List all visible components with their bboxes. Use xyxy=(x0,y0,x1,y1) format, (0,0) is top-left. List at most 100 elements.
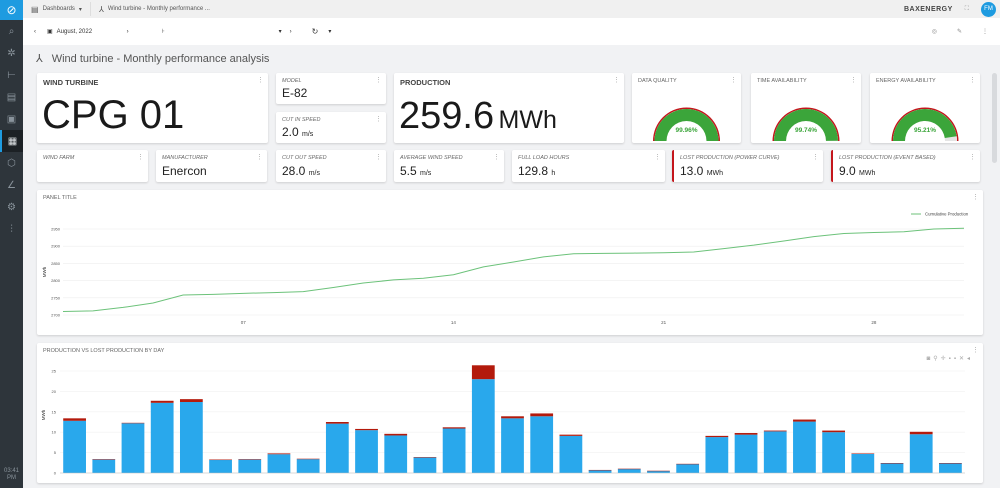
edit-icon[interactable]: ✎ xyxy=(957,28,962,35)
bar-lost-production xyxy=(793,419,816,422)
bar-production xyxy=(179,402,203,473)
card-label: CUT OUT SPEED xyxy=(282,155,327,161)
share-icon[interactable]: ◎ xyxy=(932,28,937,35)
bar-production xyxy=(325,423,349,473)
card-label: MODEL xyxy=(282,78,302,84)
bar-lost-production xyxy=(325,422,349,424)
y-tick-label: 10 xyxy=(52,430,57,435)
clock-ampm: PM xyxy=(7,475,16,481)
bar-lost-production xyxy=(705,435,729,438)
card-value: 129.8 h xyxy=(518,164,555,178)
monitor-icon[interactable]: ▣ xyxy=(0,108,23,130)
bar-production xyxy=(647,470,670,473)
tree-icon[interactable]: ⊢ xyxy=(0,64,23,86)
card-lost-production-event-based: LOST PRODUCTION (EVENT BASED) ⋮ 9.0 MWh xyxy=(831,150,980,182)
more-icon[interactable]: ⋮ xyxy=(613,76,620,84)
next-date-icon[interactable]: › xyxy=(127,29,129,35)
x-tick-label: 14 xyxy=(451,320,457,325)
more-icon[interactable]: ⋮ xyxy=(375,115,382,123)
bar-lost-production xyxy=(501,416,524,419)
more-icon[interactable]: ⋮ xyxy=(969,153,976,161)
gauge-fill xyxy=(774,109,838,141)
bar-production xyxy=(588,470,612,473)
card-value: 9.0 MWh xyxy=(839,164,875,178)
bar-lost-production xyxy=(63,418,86,421)
y-tick-label: 15 xyxy=(52,409,57,414)
bar-production xyxy=(909,434,933,473)
bar-production xyxy=(121,423,145,473)
bar-lost-production xyxy=(763,430,787,432)
more-icon[interactable]: ⋮ xyxy=(257,76,264,84)
bar-production xyxy=(442,428,466,473)
refresh-dropdown-icon[interactable]: ▾ xyxy=(328,28,331,35)
asset-selector[interactable]: ⊦ ▾ xyxy=(147,28,282,35)
calendar-icon[interactable]: ▤ xyxy=(0,86,23,108)
search-icon[interactable]: ⌕ xyxy=(0,20,23,42)
gauge-value: 99.96% xyxy=(675,127,698,134)
date-picker[interactable]: August, 2022 xyxy=(57,29,127,35)
bar-lost-production xyxy=(939,463,962,464)
x-tick-label: 28 xyxy=(871,320,877,325)
bar-lost-production xyxy=(150,400,174,403)
y-tick-label: 2700 xyxy=(51,313,61,318)
bar-production xyxy=(471,379,495,473)
bar-lost-production xyxy=(471,365,495,380)
next-asset-icon[interactable]: › xyxy=(290,29,292,35)
bar-production xyxy=(267,454,291,473)
plugin-icon[interactable]: ⬡ xyxy=(0,152,23,174)
divider xyxy=(89,2,91,16)
more-icon[interactable]: ⋮ xyxy=(256,153,263,161)
card-value: E-82 xyxy=(282,86,308,100)
bar-production xyxy=(822,432,846,473)
value-number: 28.0 xyxy=(282,164,306,178)
more-icon[interactable]: ⋮ xyxy=(812,153,819,161)
dropdown-icon[interactable]: ▾ xyxy=(279,28,282,35)
more-icon[interactable]: ⋮ xyxy=(375,76,382,84)
card-value: 5.5 m/s xyxy=(400,164,431,178)
bar-production xyxy=(355,430,378,473)
value-number: 13.0 xyxy=(680,164,704,178)
y-tick-label: 2850 xyxy=(51,261,61,266)
card-model: MODEL ⋮ E-82 xyxy=(276,73,386,104)
more-icon[interactable]: ⋮ xyxy=(493,153,500,161)
bar-lost-production xyxy=(384,433,408,436)
more-icon[interactable]: ⋮ xyxy=(375,153,382,161)
breadcrumb[interactable]: Wind turbine - Monthly performance ... xyxy=(108,6,210,12)
bar-lost-production xyxy=(413,457,437,458)
cogs-icon[interactable]: ⚙ xyxy=(0,196,23,218)
card-cut-in-speed: CUT IN SPEED ⋮ 2.0 m/s xyxy=(276,112,386,143)
app-logo-icon[interactable]: ⊘ xyxy=(0,0,23,20)
more-icon[interactable]: ⋮ xyxy=(137,153,144,161)
chart-icon[interactable]: ∠ xyxy=(0,174,23,196)
avatar[interactable]: FM xyxy=(981,1,996,17)
bar-production xyxy=(92,459,116,473)
dashboards-icon: ▤ xyxy=(31,4,39,14)
dashboard-icon[interactable]: ▦ xyxy=(0,130,23,152)
card-value: CPG 01 xyxy=(42,93,185,137)
more-icon[interactable]: ⋮ xyxy=(654,153,661,161)
refresh-icon[interactable]: ↻ xyxy=(312,27,319,36)
card-wind-turbine: WIND TURBINE ⋮ CPG 01 xyxy=(37,73,268,143)
card-label: AVERAGE WIND SPEED xyxy=(400,155,463,161)
card-label: PRODUCTION xyxy=(400,78,451,87)
y-tick-label: 25 xyxy=(52,369,57,374)
chevron-down-icon[interactable]: ▾ xyxy=(79,6,82,13)
prev-date-icon[interactable]: ‹ xyxy=(34,29,36,35)
bar-lost-production xyxy=(559,434,583,436)
bar-production xyxy=(939,463,962,473)
toolbar: ‹ ▣ August, 2022 › ⊦ ▾ › ↻ ▾ ◎ ✎ ⋮ xyxy=(23,18,1000,45)
fullscreen-icon[interactable]: ⛶ xyxy=(965,6,969,13)
dashboards-menu[interactable]: Dashboards xyxy=(43,6,75,12)
bar-lost-production xyxy=(238,459,262,460)
bar-lost-production xyxy=(209,459,232,461)
bug-icon[interactable]: ✲ xyxy=(0,42,23,64)
bar-production xyxy=(384,435,408,473)
value-unit: MWh xyxy=(706,170,724,177)
card-value: 2.0 m/s xyxy=(282,125,313,139)
clock: 03:41 PM xyxy=(0,468,23,482)
more-icon[interactable]: ⋮ xyxy=(982,28,988,35)
card-label: LOST PRODUCTION (POWER CURVE) xyxy=(680,155,780,161)
scrollbar[interactable] xyxy=(992,73,997,163)
value-number: 9.0 xyxy=(839,164,856,178)
sliders-icon[interactable]: ⫶ xyxy=(0,218,23,240)
